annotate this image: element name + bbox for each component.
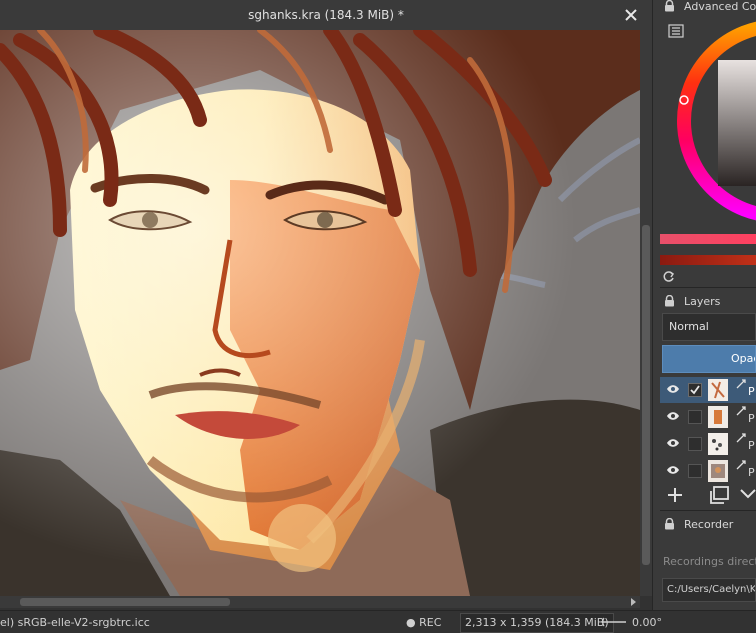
duplicate-layer-icon[interactable] <box>708 485 730 505</box>
layers-title: Layers <box>684 295 721 308</box>
layer-thumbnail <box>708 460 728 482</box>
paint-layer-icon <box>736 460 746 470</box>
opacity-label: Opac <box>731 352 755 365</box>
advanced-color-selector-title: Advanced Colo <box>684 0 756 13</box>
lock-icon[interactable] <box>664 518 675 530</box>
layer-row[interactable]: P <box>660 431 756 457</box>
eye-icon[interactable] <box>666 411 680 421</box>
horizontal-scrollbar-thumb[interactable] <box>20 598 230 606</box>
layer-thumbnail <box>708 433 728 455</box>
layer-name: P <box>748 439 755 452</box>
recorder-title: Recorder <box>684 518 734 531</box>
checkbox-icon[interactable] <box>688 464 702 478</box>
recording-indicator[interactable]: ● REC <box>406 616 441 629</box>
checkbox-checked-icon[interactable] <box>688 383 702 397</box>
portrait-painting <box>0 30 640 596</box>
checkbox-icon[interactable] <box>688 410 702 424</box>
layer-row[interactable]: P <box>660 377 756 403</box>
refresh-icon[interactable] <box>662 270 675 283</box>
color-history-strip[interactable] <box>660 234 756 244</box>
color-wheel[interactable] <box>674 16 756 236</box>
panel-divider <box>660 510 756 511</box>
layer-row[interactable]: P <box>660 458 756 484</box>
layer-name: P <box>748 412 755 425</box>
document-title: sghanks.kra (184.3 MiB) * <box>248 8 404 22</box>
paint-layer-icon <box>736 379 746 389</box>
eye-icon[interactable] <box>666 465 680 475</box>
add-layer-icon[interactable] <box>666 486 684 504</box>
status-bar: el) sRGB-elle-V2-srgbtrc.icc ● REC 2,313… <box>0 610 756 633</box>
close-icon[interactable] <box>620 4 642 26</box>
lock-icon[interactable] <box>664 295 675 307</box>
rotation-angle[interactable]: 0.00° <box>632 616 662 629</box>
eye-icon[interactable] <box>666 438 680 448</box>
painting-canvas[interactable] <box>0 30 640 596</box>
document-tab-bar: sghanks.kra (184.3 MiB) * <box>0 0 652 31</box>
layer-row[interactable]: P <box>660 404 756 430</box>
checkbox-icon[interactable] <box>688 437 702 451</box>
opacity-slider[interactable]: Opac <box>662 345 756 373</box>
lock-icon[interactable] <box>664 0 675 12</box>
panel-divider <box>660 287 756 288</box>
layer-name: P <box>748 466 755 479</box>
layer-name: P <box>748 385 755 398</box>
layer-thumbnail <box>708 406 728 428</box>
recordings-directory-field[interactable]: C:/Users/Caelyn\K <box>662 578 756 602</box>
color-profile-label: el) sRGB-elle-V2-srgbtrc.icc <box>0 616 150 629</box>
eye-icon[interactable] <box>666 384 680 394</box>
vertical-scrollbar-thumb[interactable] <box>642 225 650 565</box>
scroll-right-arrow-icon[interactable] <box>628 597 638 607</box>
layer-thumbnail <box>708 379 728 401</box>
rotation-icon[interactable] <box>600 615 628 629</box>
paint-layer-icon <box>736 433 746 443</box>
image-size-field[interactable]: 2,313 x 1,359 (184.3 MiB) <box>460 613 614 633</box>
chevron-down-icon[interactable] <box>740 488 756 500</box>
blend-mode-select[interactable]: Normal <box>662 313 756 341</box>
recordings-directory-label: Recordings directo <box>663 555 756 568</box>
color-shade-strip[interactable] <box>660 255 756 265</box>
paint-layer-icon <box>736 406 746 416</box>
